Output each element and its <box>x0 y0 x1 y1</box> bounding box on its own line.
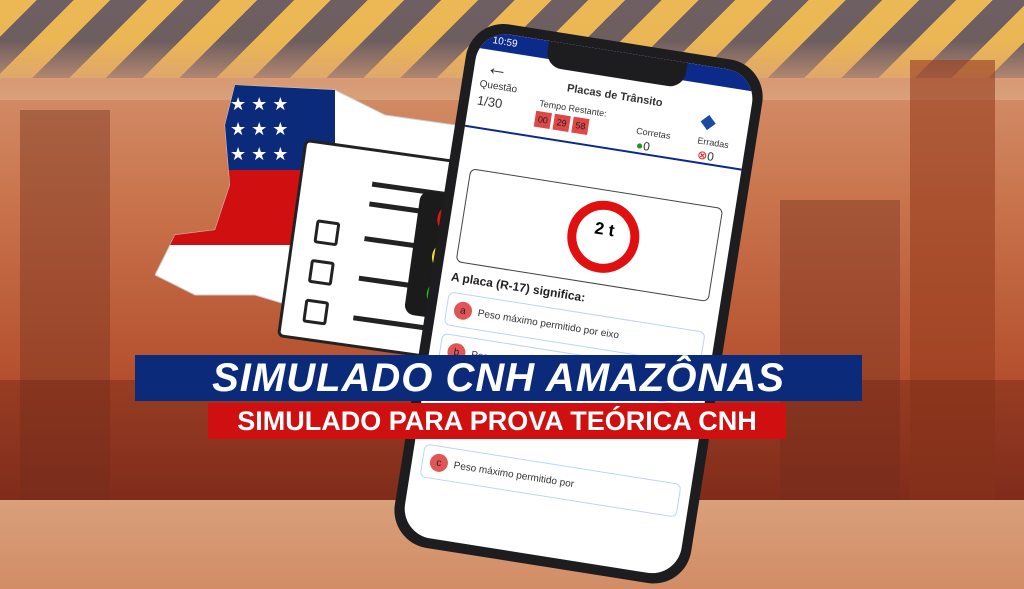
option-c[interactable]: c Peso máximo permitido por <box>419 443 682 518</box>
road-sign-logo-icon: ◆ <box>698 109 718 134</box>
banner-subtitle: SIMULADO PARA PROVA TEÓRICA CNH <box>208 403 786 439</box>
correct-count: ●0 <box>635 137 651 154</box>
weight-limit-sign: 2 t <box>562 195 645 278</box>
status-time: 10:59 <box>491 35 519 50</box>
wrong-count: ⊗0 <box>696 147 715 165</box>
question-value: 1/30 <box>476 92 504 112</box>
banner-title: SIMULADO CNH AMAZÔNAS <box>135 355 862 401</box>
svg-text:★ ★ ★: ★ ★ ★ <box>230 119 288 139</box>
arrow-left-icon[interactable]: ← <box>485 54 511 83</box>
svg-text:★ ★ ★: ★ ★ ★ <box>230 144 288 164</box>
svg-text:★ ★ ★: ★ ★ ★ <box>230 94 288 114</box>
